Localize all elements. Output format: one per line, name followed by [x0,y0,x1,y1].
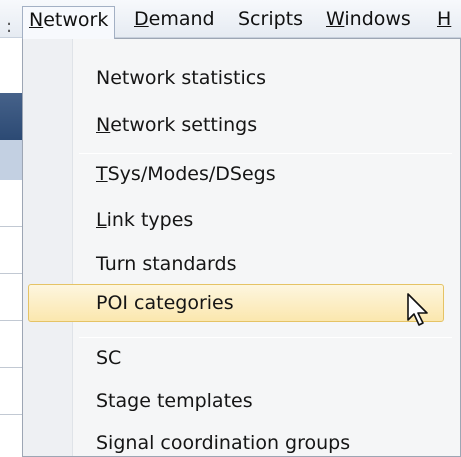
menu-item-poi-categories[interactable]: POI categories [28,284,444,322]
application-window: : Network Demand Scripts Windows H Netwo… [0,0,461,457]
network-dropdown-menu: Network statistics Network settings TSys… [22,38,461,457]
menu-item-tsys-modes-dsegs[interactable]: TSys/Modes/DSegs [23,154,460,194]
menu-item-label: Network statistics [96,67,267,89]
menu-item-label: POI categories [96,292,234,314]
menu-item-label-rest: etwork settings [110,114,258,136]
menu-item-label: Signal coordination groups [96,432,351,454]
menu-item-sc[interactable]: SC [23,338,460,378]
menu-item-network-settings[interactable]: Network settings [23,105,460,145]
menu-demand-mnemonic: D [134,8,149,30]
arrow-pointer-icon [407,293,428,326]
menu-item-mnemonic: L [96,209,107,231]
menu-item-label-rest: ink types [106,209,194,231]
menu-scripts[interactable]: Scripts [232,6,309,34]
menu-item-signal-coordination-groups[interactable]: Signal coordination groups [23,423,460,457]
menu-demand-label: emand [148,8,215,30]
menu-item-link-types[interactable]: Link types [23,200,460,240]
menu-help-mnemonic: H [437,8,452,30]
menu-demand[interactable]: Demand [128,6,221,34]
menu-item-label-rest: Sys/Modes/DSegs [107,163,276,185]
menu-network-label: etwork [43,9,109,31]
menu-item-label: Turn standards [96,253,237,275]
menu-bar: : Network Demand Scripts Windows H [0,0,461,39]
menu-item-stage-templates[interactable]: Stage templates [23,381,460,421]
menu-windows-label: indows [344,8,411,30]
menu-item-label: Network settings [96,105,257,145]
menu-scripts-label: Scripts [238,8,304,30]
menubar-overflow-dots: : [6,16,13,37]
menu-item-mnemonic: N [96,114,111,136]
menu-item-label: Link types [96,200,193,240]
menu-network-mnemonic: N [29,9,44,31]
menu-windows-mnemonic: W [326,8,345,30]
menu-item-turn-standards[interactable]: Turn standards [23,244,460,284]
menu-network[interactable]: Network [22,6,116,39]
menu-item-mnemonic: T [96,163,108,185]
menu-windows[interactable]: Windows [320,6,417,34]
menu-item-network-statistics[interactable]: Network statistics [23,58,460,98]
menu-item-label: Stage templates [96,390,253,412]
menu-help[interactable]: H [431,6,457,34]
menu-item-label: SC [96,347,122,369]
menu-item-label: TSys/Modes/DSegs [96,154,276,194]
